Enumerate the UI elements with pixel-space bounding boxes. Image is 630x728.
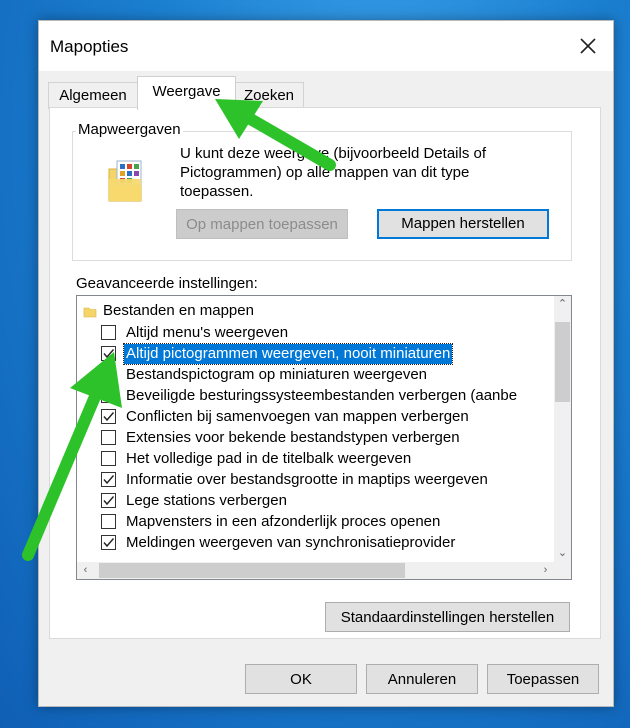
setting-checkbox[interactable] xyxy=(101,325,116,340)
restore-defaults-button[interactable]: Standaardinstellingen herstellen xyxy=(325,602,570,632)
advanced-settings-tree[interactable]: Bestanden en mappen Altijd menu's weerge… xyxy=(76,295,572,580)
tab-general-label: Algemeen xyxy=(59,87,127,104)
setting-label: Bestandspictogram op miniaturen weergeve… xyxy=(126,366,428,383)
title-bar: Mapopties xyxy=(39,21,613,71)
setting-label: Altijd pictogrammen weergeven, nooit min… xyxy=(122,343,454,365)
vertical-scrollbar[interactable]: ⌃ ⌄ xyxy=(554,296,571,562)
folder-icon xyxy=(83,307,97,318)
setting-label: Conflicten bij samenvoegen van mappen ve… xyxy=(126,408,469,425)
annotation-arrow-checkbox xyxy=(22,352,122,561)
tree-root-label: Bestanden en mappen xyxy=(103,302,254,319)
apply-to-folders-button[interactable]: Op mappen toepassen xyxy=(176,209,348,239)
close-icon xyxy=(580,38,596,54)
setting-label: Mapvensters in een afzonderlijk proces o… xyxy=(126,513,441,530)
ok-label: OK xyxy=(290,671,312,688)
reset-folders-button[interactable]: Mappen herstellen xyxy=(377,209,549,239)
advanced-settings-label: Geavanceerde instellingen: xyxy=(76,275,258,292)
folder-views-title: Mapweergaven xyxy=(76,121,183,138)
setting-label: Altijd menu's weergeven xyxy=(126,324,289,341)
vertical-scroll-thumb[interactable] xyxy=(555,322,570,402)
scroll-right-icon[interactable]: › xyxy=(537,562,554,579)
setting-label: Beveiligde besturingssysteembestanden ve… xyxy=(126,387,518,404)
setting-label: Meldingen weergeven van synchronisatiepr… xyxy=(126,534,456,551)
horizontal-scrollbar[interactable]: ‹ › xyxy=(77,562,554,579)
scroll-down-icon[interactable]: ⌄ xyxy=(554,545,571,562)
restore-defaults-label: Standaardinstellingen herstellen xyxy=(340,609,555,626)
horizontal-scroll-thumb[interactable] xyxy=(99,563,405,578)
apply-to-folders-label: Op mappen toepassen xyxy=(186,216,338,233)
ok-button[interactable]: OK xyxy=(245,664,357,694)
scroll-up-icon[interactable]: ⌃ xyxy=(554,296,571,313)
close-button[interactable] xyxy=(573,31,603,61)
cancel-button[interactable]: Annuleren xyxy=(366,664,478,694)
scrollbar-corner xyxy=(554,562,571,579)
folder-views-icon xyxy=(107,159,143,203)
setting-label: Informatie over bestandsgrootte in mapti… xyxy=(126,471,488,488)
tab-general[interactable]: Algemeen xyxy=(48,82,138,109)
setting-label: Extensies voor bekende bestandstypen ver… xyxy=(126,429,460,446)
window-title: Mapopties xyxy=(50,37,129,56)
apply-button[interactable]: Toepassen xyxy=(487,664,599,694)
setting-label: Het volledige pad in de titelbalk weerge… xyxy=(126,450,412,467)
apply-label: Toepassen xyxy=(506,671,580,688)
cancel-label: Annuleren xyxy=(387,671,457,688)
reset-folders-label: Mappen herstellen xyxy=(401,215,525,232)
annotation-arrow-tab xyxy=(215,99,336,171)
setting-label: Lege stations verbergen xyxy=(126,492,287,509)
